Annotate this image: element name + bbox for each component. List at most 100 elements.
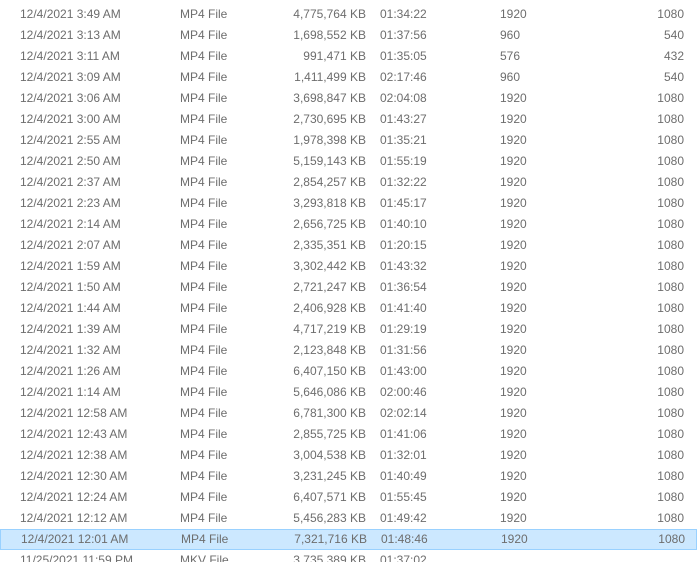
frame-width-cell: 1920	[500, 469, 527, 483]
file-type-cell: MP4 File	[180, 91, 228, 105]
video-length-cell: 01:41:40	[380, 301, 427, 315]
video-length-cell: 01:36:54	[380, 280, 427, 294]
file-row[interactable]: 12/4/2021 12:58 AM MP4 File 6,781,300 KB 02…	[0, 403, 697, 424]
frame-height-cell: 1080	[657, 154, 684, 168]
date-modified-cell: 12/4/2021 1:32 AM	[20, 343, 121, 357]
frame-width-cell: 1920	[500, 343, 527, 357]
file-row[interactable]: 12/4/2021 2:37 AM MP4 File 2,854,257 KB 01:…	[0, 172, 697, 193]
date-modified-cell: 12/4/2021 3:13 AM	[20, 28, 121, 42]
file-row[interactable]: 12/4/2021 12:43 AM MP4 File 2,855,725 KB 01…	[0, 424, 697, 445]
file-size-cell: 2,854,257 KB	[293, 175, 366, 189]
file-type-cell: MP4 File	[180, 469, 228, 483]
video-length-cell: 01:29:19	[380, 322, 427, 336]
date-modified-cell: 12/4/2021 2:55 AM	[20, 133, 121, 147]
frame-width-cell: 960	[500, 70, 521, 84]
date-modified-cell: 12/4/2021 2:37 AM	[20, 175, 121, 189]
file-type-cell: MP4 File	[180, 238, 228, 252]
frame-height-cell: 1080	[657, 364, 684, 378]
date-modified-cell: 12/4/2021 1:44 AM	[20, 301, 121, 315]
frame-height-cell: 1080	[657, 7, 684, 21]
frame-width-cell: 1920	[500, 364, 527, 378]
file-size-cell: 5,159,143 KB	[293, 154, 366, 168]
file-size-cell: 3,293,818 KB	[293, 196, 366, 210]
file-row[interactable]: 12/4/2021 3:13 AM MP4 File 1,698,552 KB 01:…	[0, 25, 697, 46]
frame-width-cell: 1920	[500, 238, 527, 252]
file-type-cell: MP4 File	[180, 259, 228, 273]
file-row[interactable]: 12/4/2021 1:32 AM MP4 File 2,123,848 KB 01:…	[0, 340, 697, 361]
file-row[interactable]: 12/4/2021 3:09 AM MP4 File 1,411,499 KB 02:…	[0, 67, 697, 88]
video-length-cell: 02:17:46	[380, 70, 427, 84]
frame-width-cell: 1920	[500, 154, 527, 168]
date-modified-cell: 12/4/2021 12:30 AM	[20, 469, 128, 483]
file-size-cell: 2,855,725 KB	[293, 427, 366, 441]
frame-height-cell: 1080	[657, 469, 684, 483]
file-row[interactable]: 12/4/2021 3:00 AM MP4 File 2,730,695 KB 01:…	[0, 109, 697, 130]
date-modified-cell: 12/4/2021 2:23 AM	[20, 196, 121, 210]
video-length-cell: 01:49:42	[380, 511, 427, 525]
date-modified-cell: 12/4/2021 1:14 AM	[20, 385, 121, 399]
file-row[interactable]: 12/4/2021 1:59 AM MP4 File 3,302,442 KB 01:…	[0, 256, 697, 277]
date-modified-cell: 12/4/2021 2:50 AM	[20, 154, 121, 168]
video-length-cell: 01:48:46	[381, 532, 428, 546]
file-row-selected[interactable]: 12/4/2021 12:01 AM MP4 File 7,321,716 KB 01…	[0, 529, 697, 550]
file-type-cell: MP4 File	[180, 7, 228, 21]
video-length-cell: 01:32:01	[380, 448, 427, 462]
file-size-cell: 2,335,351 KB	[293, 238, 366, 252]
file-row[interactable]: 12/4/2021 3:49 AM MP4 File 4,775,764 KB 01:…	[0, 4, 697, 25]
video-length-cell: 01:40:10	[380, 217, 427, 231]
file-row[interactable]: 12/4/2021 2:23 AM MP4 File 3,293,818 KB 01:…	[0, 193, 697, 214]
file-row[interactable]: 12/4/2021 12:24 AM MP4 File 6,407,571 KB 01…	[0, 487, 697, 508]
frame-height-cell: 1080	[657, 175, 684, 189]
file-row[interactable]: 12/4/2021 12:12 AM MP4 File 5,456,283 KB 01…	[0, 508, 697, 529]
frame-height-cell: 1080	[657, 343, 684, 357]
date-modified-cell: 12/4/2021 3:11 AM	[20, 49, 120, 63]
file-row[interactable]: 12/4/2021 1:14 AM MP4 File 5,646,086 KB 02:…	[0, 382, 697, 403]
file-type-cell: MP4 File	[180, 175, 228, 189]
date-modified-cell: 12/4/2021 3:09 AM	[20, 70, 121, 84]
file-row[interactable]: 12/4/2021 12:30 AM MP4 File 3,231,245 KB 01…	[0, 466, 697, 487]
file-row[interactable]: 12/4/2021 1:50 AM MP4 File 2,721,247 KB 01:…	[0, 277, 697, 298]
file-size-cell: 3,735,389 KB	[293, 553, 366, 562]
file-row[interactable]: 12/4/2021 1:26 AM MP4 File 6,407,150 KB 01:…	[0, 361, 697, 382]
video-length-cell: 02:04:08	[380, 91, 427, 105]
file-size-cell: 5,456,283 KB	[293, 511, 366, 525]
file-row[interactable]: 11/25/2021 11:59 PM MKV File 3,735,389 KB 0…	[0, 550, 697, 562]
file-type-cell: MP4 File	[180, 70, 228, 84]
file-row[interactable]: 12/4/2021 2:50 AM MP4 File 5,159,143 KB 01:…	[0, 151, 697, 172]
file-size-cell: 4,775,764 KB	[293, 7, 366, 21]
file-size-cell: 6,407,571 KB	[293, 490, 366, 504]
frame-height-cell: 1080	[657, 406, 684, 420]
file-type-cell: MP4 File	[180, 406, 228, 420]
file-type-cell: MP4 File	[180, 427, 228, 441]
frame-height-cell: 1080	[657, 112, 684, 126]
frame-width-cell: 1920	[500, 112, 527, 126]
file-row[interactable]: 12/4/2021 2:07 AM MP4 File 2,335,351 KB 01:…	[0, 235, 697, 256]
file-size-cell: 4,717,219 KB	[293, 322, 366, 336]
date-modified-cell: 12/4/2021 1:59 AM	[20, 259, 121, 273]
file-size-cell: 5,646,086 KB	[293, 385, 366, 399]
file-row[interactable]: 12/4/2021 3:11 AM MP4 File 991,471 KB 01:35…	[0, 46, 697, 67]
frame-width-cell: 1920	[500, 196, 527, 210]
frame-width-cell: 1920	[500, 259, 527, 273]
file-row[interactable]: 12/4/2021 2:55 AM MP4 File 1,978,398 KB 01:…	[0, 130, 697, 151]
frame-height-cell: 1080	[657, 448, 684, 462]
file-row[interactable]: 12/4/2021 1:44 AM MP4 File 2,406,928 KB 01:…	[0, 298, 697, 319]
video-length-cell: 01:41:06	[380, 427, 427, 441]
file-size-cell: 2,656,725 KB	[293, 217, 366, 231]
frame-width-cell: 576	[500, 49, 521, 63]
frame-width-cell: 1920	[500, 91, 527, 105]
file-row[interactable]: 12/4/2021 2:14 AM MP4 File 2,656,725 KB 01:…	[0, 214, 697, 235]
file-row[interactable]: 12/4/2021 3:06 AM MP4 File 3,698,847 KB 02:…	[0, 88, 697, 109]
frame-height-cell: 540	[663, 70, 684, 84]
frame-height-cell: 1080	[657, 322, 684, 336]
file-type-cell: MP4 File	[180, 343, 228, 357]
file-row[interactable]: 12/4/2021 12:38 AM MP4 File 3,004,538 KB 01…	[0, 445, 697, 466]
video-length-cell: 01:37:56	[380, 28, 427, 42]
date-modified-cell: 12/4/2021 12:43 AM	[20, 427, 128, 441]
file-type-cell: MP4 File	[180, 133, 228, 147]
file-row[interactable]: 12/4/2021 1:39 AM MP4 File 4,717,219 KB 01:…	[0, 319, 697, 340]
file-type-cell: MP4 File	[180, 49, 228, 63]
video-length-cell: 01:45:17	[380, 196, 427, 210]
frame-width-cell: 960	[500, 28, 521, 42]
frame-height-cell: 1080	[657, 511, 684, 525]
